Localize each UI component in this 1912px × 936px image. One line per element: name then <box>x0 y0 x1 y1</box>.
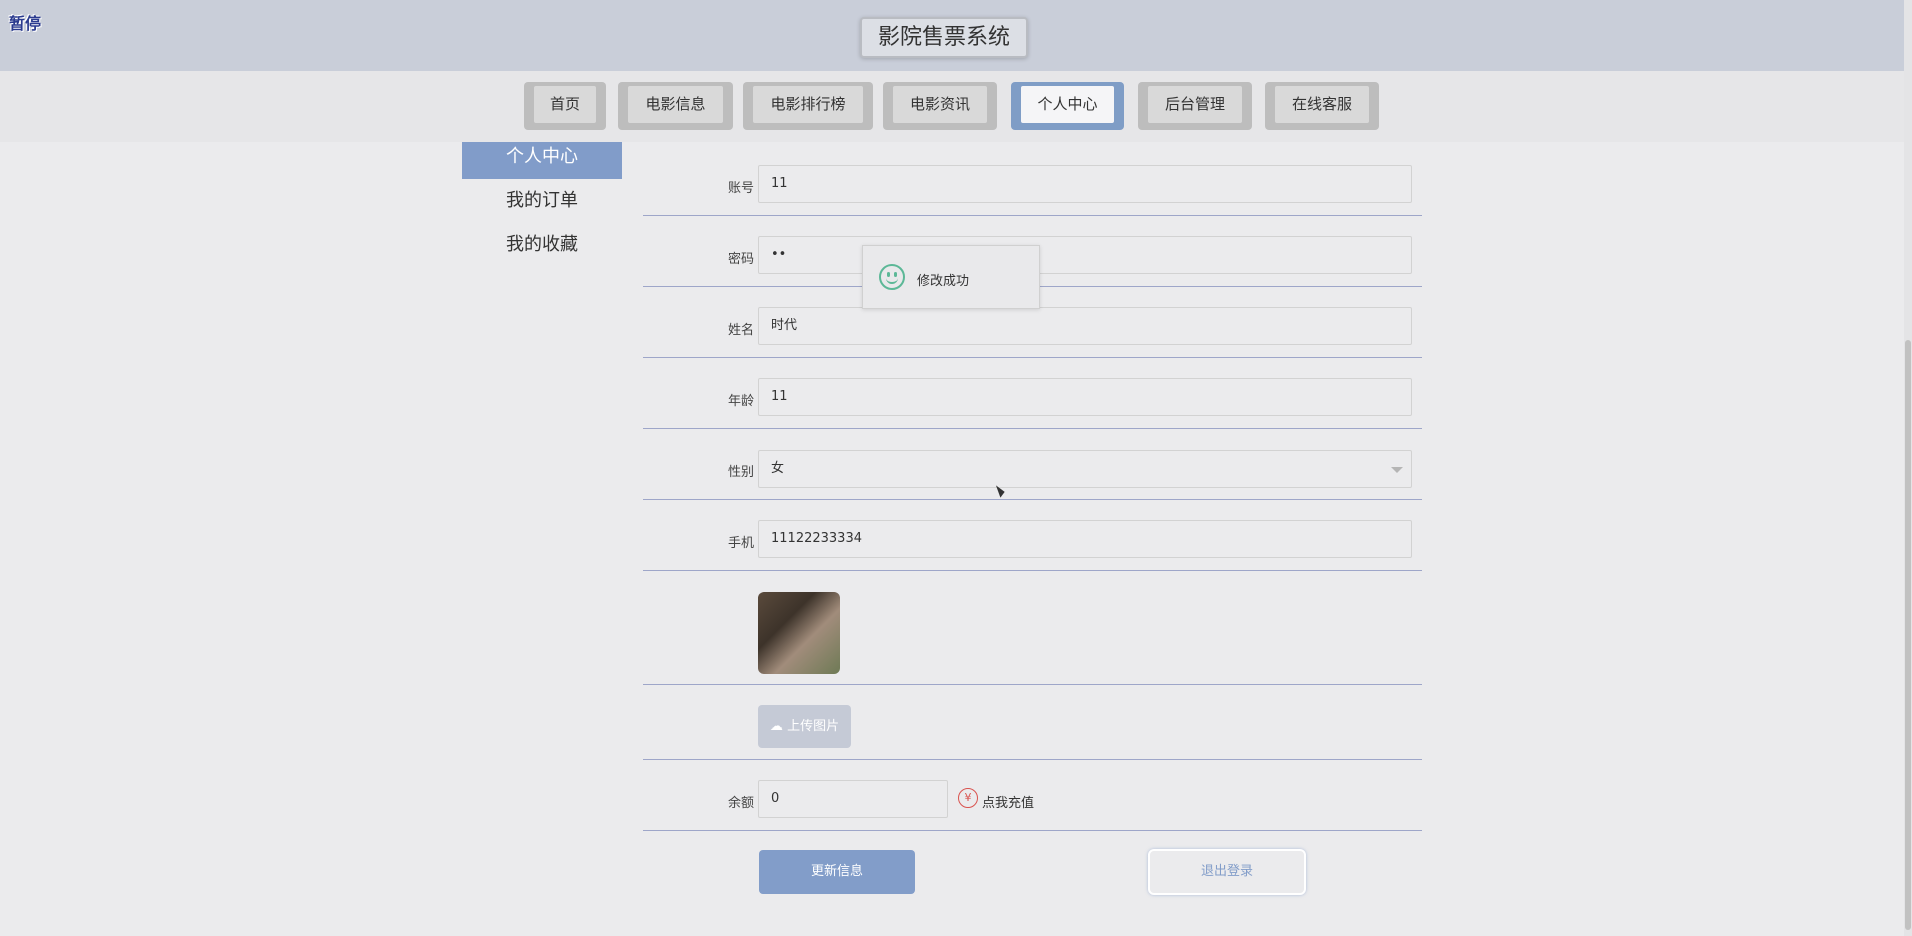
age-label: 年龄 <box>727 394 754 409</box>
balance-label: 余额 <box>727 796 754 811</box>
nav-item-online-service[interactable]: 在线客服 <box>1265 82 1379 130</box>
name-label: 姓名 <box>727 323 754 338</box>
name-input[interactable]: 时代 <box>758 307 1412 345</box>
gender-select[interactable]: 女 <box>758 450 1412 488</box>
yen-icon[interactable]: ¥ <box>958 788 978 808</box>
chevron-down-icon <box>1391 467 1403 473</box>
balance-input[interactable]: 0 <box>758 780 948 818</box>
header: 暂停 影院售票系统 <box>0 0 1904 71</box>
nav-item-home[interactable]: 首页 <box>524 82 606 130</box>
phone-input[interactable]: 11122233334 <box>758 520 1412 558</box>
update-info-button[interactable]: 更新信息 <box>759 850 915 894</box>
sidebar-item-my-orders[interactable]: 我的订单 <box>462 182 622 219</box>
scrollbar-thumb[interactable] <box>1905 340 1911 930</box>
account-label: 账号 <box>727 181 754 196</box>
nav-item-admin[interactable]: 后台管理 <box>1138 82 1252 130</box>
nav-item-movie-ranking[interactable]: 电影排行榜 <box>743 82 873 130</box>
site-title: 影院售票系统 <box>860 17 1028 58</box>
page-scrollbar[interactable] <box>1904 0 1912 936</box>
logout-button[interactable]: 退出登录 <box>1148 849 1306 895</box>
cloud-upload-icon: ☁ <box>769 719 783 734</box>
recharge-link[interactable]: 点我充值 <box>982 792 1034 811</box>
pause-label[interactable]: 暂停 <box>9 10 41 34</box>
password-label: 密码 <box>727 252 754 267</box>
main-nav: 首页 电影信息 电影排行榜 电影资讯 个人中心 后台管理 在线客服 <box>0 71 1904 142</box>
avatar <box>758 592 840 674</box>
age-input[interactable]: 11 <box>758 378 1412 416</box>
upload-image-button[interactable]: ☁ 上传图片 <box>758 705 851 748</box>
success-toast: 修改成功 <box>862 245 1040 309</box>
sidebar-item-personal-center[interactable]: 个人中心 <box>462 142 622 179</box>
nav-item-movie-info[interactable]: 电影信息 <box>618 82 733 130</box>
sidebar-item-my-favorites[interactable]: 我的收藏 <box>462 226 622 263</box>
smile-icon <box>879 264 905 290</box>
gender-select-value: 女 <box>771 461 785 476</box>
nav-item-movie-news[interactable]: 电影资讯 <box>883 82 997 130</box>
toast-message: 修改成功 <box>917 274 970 289</box>
account-input[interactable]: 11 <box>758 165 1412 203</box>
gender-label: 性别 <box>727 465 754 480</box>
nav-item-personal-center[interactable]: 个人中心 <box>1011 82 1124 130</box>
phone-label: 手机 <box>727 536 754 551</box>
password-input[interactable]: •• <box>758 236 1412 274</box>
